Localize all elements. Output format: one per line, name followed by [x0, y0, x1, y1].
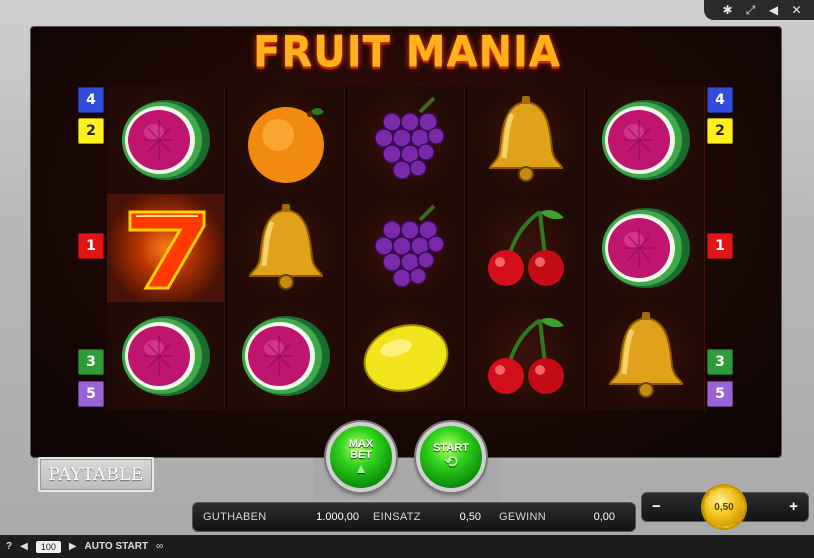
line-badge-left-4: 4	[78, 87, 104, 113]
melon-symbol-icon	[107, 302, 225, 410]
line-badge-right-3: 3	[707, 349, 733, 375]
autostart-decrease-icon[interactable]: ◀	[20, 541, 28, 552]
reel-3	[347, 86, 465, 410]
reel-4	[467, 86, 585, 410]
einsatz-label: EINSATZ	[373, 511, 421, 523]
line-badge-left-2: 2	[78, 118, 104, 144]
reel-grid	[107, 86, 705, 410]
close-icon[interactable]: ✕	[788, 3, 806, 17]
melon-symbol-icon	[107, 86, 225, 194]
reel-2	[227, 86, 345, 410]
guthaben-value: 1.000,00	[316, 511, 359, 523]
max-bet-button[interactable]: MAX BET ▲	[326, 422, 396, 492]
gewinn-value: 0,00	[593, 511, 615, 523]
seven-symbol-icon	[107, 194, 225, 302]
paytable-button[interactable]: PAYTABLE	[38, 457, 154, 492]
line-badge-right-5: 5	[707, 381, 733, 407]
bet-coin: 0,50	[703, 486, 745, 528]
infinity-icon[interactable]: ∞	[156, 541, 163, 552]
autostart-count: 100	[35, 540, 61, 553]
help-button[interactable]: ?	[6, 541, 12, 552]
einsatz-value: 0,50	[459, 511, 481, 523]
bet-increase-button[interactable]: +	[789, 498, 798, 515]
game-title: FRUIT MANIA	[253, 28, 561, 78]
gear-icon[interactable]: ✱	[719, 3, 737, 17]
lemon-symbol-icon	[347, 302, 465, 410]
cherry-symbol-icon	[467, 194, 585, 302]
melon-symbol-icon	[587, 86, 705, 194]
grapes-symbol-icon	[347, 86, 465, 194]
arrow-up-icon: ▲	[354, 460, 368, 476]
line-badge-left-1: 1	[78, 233, 104, 259]
start-button[interactable]: START ⟲	[416, 422, 486, 492]
status-bar: GUTHABEN 1.000,00 EINSATZ 0,50 GEWINN 0,…	[192, 502, 636, 532]
speaker-icon[interactable]: ◀̶	[765, 3, 783, 17]
bell-symbol-icon	[587, 302, 705, 410]
bell-symbol-icon	[467, 86, 585, 194]
line-badge-right-4: 4	[707, 87, 733, 113]
line-badge-right-2: 2	[707, 118, 733, 144]
fullscreen-icon[interactable]: ⤢	[742, 3, 760, 18]
orange-symbol-icon	[227, 86, 345, 194]
guthaben-label: GUTHABEN	[203, 511, 267, 523]
melon-symbol-icon	[587, 194, 705, 302]
window-toolbar: ✱ ⤢ ◀̶ ✕	[704, 0, 814, 20]
bet-decrease-button[interactable]: −	[652, 498, 661, 515]
refresh-icon: ⟲	[444, 453, 458, 471]
gewinn-label: GEWINN	[499, 511, 547, 523]
start-label: START	[433, 441, 469, 454]
bell-symbol-icon	[227, 194, 345, 302]
line-badge-left-5: 5	[78, 381, 104, 407]
line-badge-right-1: 1	[707, 233, 733, 259]
melon-symbol-icon	[227, 302, 345, 410]
footer-bar: ? ◀ 100 ▶ AUTO START ∞	[0, 535, 814, 558]
line-badge-left-3: 3	[78, 349, 104, 375]
autostart-label[interactable]: AUTO START	[85, 541, 149, 552]
reel-1	[107, 86, 225, 410]
reel-5	[587, 86, 705, 410]
cherry-symbol-icon	[467, 302, 585, 410]
grapes-symbol-icon	[347, 194, 465, 302]
autostart-increase-icon[interactable]: ▶	[69, 541, 77, 552]
